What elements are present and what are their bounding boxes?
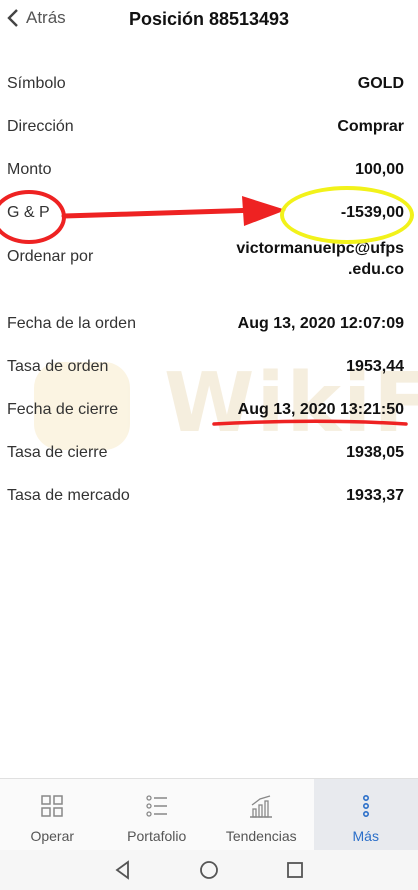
detail-row-market-rate: Tasa de mercado 1933,37 (0, 474, 418, 517)
chart-icon (250, 795, 273, 818)
bottom-tab-bar: Operar Portafolio Tendencias Más (0, 778, 418, 850)
detail-label: Fecha de cierre (7, 400, 119, 418)
back-triangle-icon[interactable] (112, 859, 134, 881)
detail-value: Comprar (337, 117, 404, 135)
detail-row-ordered-by: Ordenar por victormanuelpc@ufps .edu.co (0, 234, 418, 302)
detail-value: victormanuelpc@ufps .edu.co (236, 238, 404, 280)
detail-label: Símbolo (7, 74, 66, 92)
detail-value: 1938,05 (346, 443, 404, 461)
detail-label: Tasa de orden (7, 357, 109, 375)
detail-row-symbol: Símbolo GOLD (0, 62, 418, 105)
tab-operar[interactable]: Operar (0, 779, 105, 850)
home-circle-icon[interactable] (198, 859, 220, 881)
tab-label: Más (352, 828, 379, 844)
tab-label: Portafolio (127, 828, 187, 844)
detail-row-amount: Monto 100,00 (0, 148, 418, 191)
red-underline-annotation (212, 419, 408, 426)
tab-label: Operar (30, 828, 75, 844)
detail-row-close-rate: Tasa de cierre 1938,05 (0, 431, 418, 474)
red-arrow-annotation (61, 196, 286, 226)
detail-row-order-rate: Tasa de orden 1953,44 (0, 345, 418, 388)
detail-row-direction: Dirección Comprar (0, 105, 418, 148)
details-list: Símbolo GOLD Dirección Comprar Monto 100… (0, 62, 418, 517)
email-line-1: victormanuelpc@ufps (236, 240, 404, 257)
tab-mas[interactable]: Más (313, 779, 418, 850)
tab-tendencias[interactable]: Tendencias (209, 779, 314, 850)
detail-label: Tasa de cierre (7, 443, 108, 461)
email-line-2: .edu.co (347, 261, 404, 278)
tab-label: Tendencias (225, 828, 297, 844)
detail-value: Aug 13, 2020 13:21:50 (237, 400, 404, 418)
yellow-circle-annotation (280, 186, 414, 244)
more-icon (362, 794, 369, 817)
detail-value: 100,00 (355, 160, 404, 178)
system-navigation-bar (0, 850, 418, 890)
recents-square-icon[interactable] (284, 859, 306, 881)
detail-value: GOLD (357, 74, 404, 92)
detail-label: Monto (7, 160, 52, 178)
tab-portafolio[interactable]: Portafolio (105, 779, 210, 850)
header: Atrás Posición 88513493 (0, 0, 418, 44)
detail-label: Dirección (7, 117, 74, 135)
detail-value: 1933,37 (346, 486, 404, 504)
list-icon (146, 795, 167, 817)
detail-row-order-date: Fecha de la orden Aug 13, 2020 12:07:09 (0, 302, 418, 345)
detail-value: Aug 13, 2020 12:07:09 (237, 314, 404, 332)
detail-value: 1953,44 (346, 357, 404, 375)
detail-label: Tasa de mercado (7, 486, 130, 504)
grid-icon (41, 795, 63, 817)
page-title: Posición 88513493 (128, 9, 290, 29)
detail-label: Fecha de la orden (7, 314, 136, 332)
